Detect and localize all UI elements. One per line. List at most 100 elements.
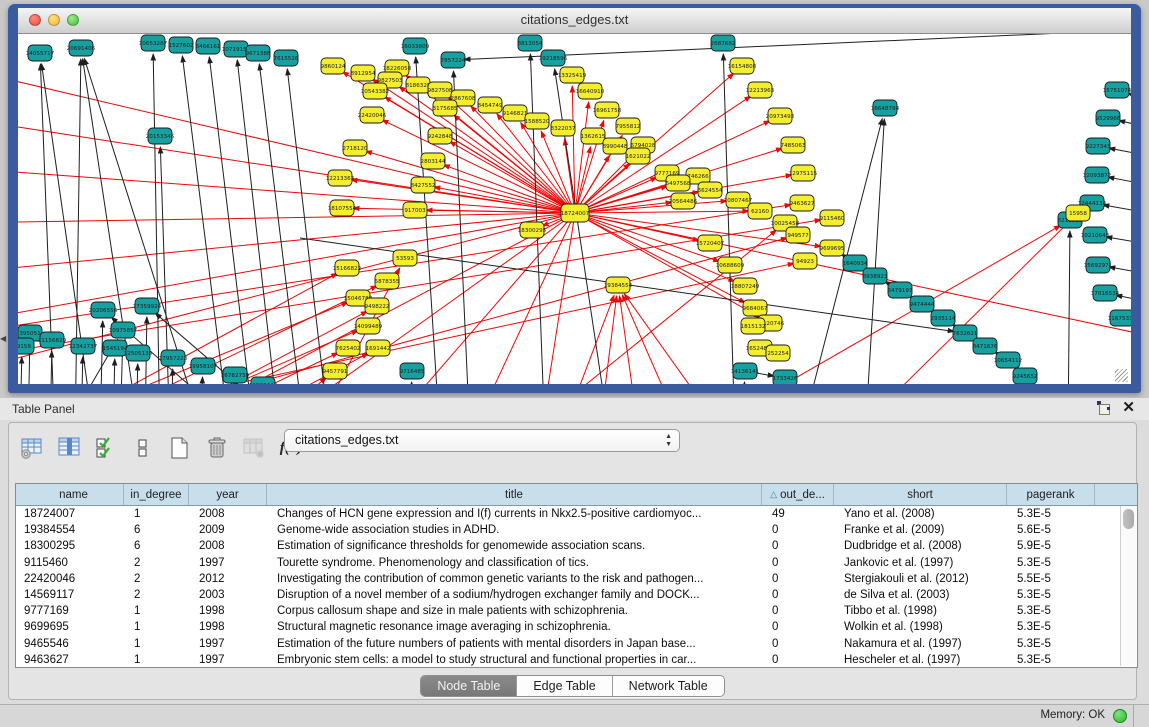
memory-status-icon[interactable] bbox=[1113, 709, 1127, 723]
graph-node[interactable]: 18300295 bbox=[518, 222, 547, 238]
graph-edge[interactable] bbox=[450, 141, 575, 213]
network-canvas[interactable]: 1405571720691406106532871527602646616110… bbox=[18, 34, 1131, 384]
graph-edge[interactable] bbox=[575, 102, 589, 213]
table-row[interactable]: 1938455462009Genome-wide association stu… bbox=[16, 522, 1137, 538]
graph-node[interactable]: 14136141 bbox=[731, 363, 760, 379]
graph-edge[interactable] bbox=[598, 296, 617, 384]
graph-edge[interactable] bbox=[18, 168, 575, 213]
graph-node[interactable]: 18807249 bbox=[731, 278, 760, 294]
clear-selection-icon[interactable] bbox=[130, 435, 156, 461]
graph-node[interactable]: 12923448 bbox=[249, 377, 278, 384]
graph-node[interactable]: 62160 bbox=[748, 203, 772, 219]
graph-node[interactable]: 12093872 bbox=[1083, 167, 1111, 183]
column-header-name[interactable]: name bbox=[16, 484, 124, 505]
graph-node[interactable]: 39159 bbox=[18, 338, 34, 354]
graph-edge[interactable] bbox=[20, 357, 22, 384]
graph-edge[interactable] bbox=[1103, 205, 1131, 215]
table-row[interactable]: 1872400712008Changes of HCN gene express… bbox=[16, 506, 1137, 522]
graph-node[interactable]: 10975857 bbox=[109, 322, 138, 338]
graph-node[interactable]: 20153346 bbox=[146, 128, 175, 144]
table-row[interactable]: 977716911998Corpus callosum shape and si… bbox=[16, 603, 1137, 619]
graph-node[interactable]: 20564486 bbox=[669, 193, 698, 209]
graph-node[interactable]: 94923 bbox=[793, 253, 817, 269]
graph-edge[interactable] bbox=[622, 295, 685, 384]
graph-node[interactable]: 252254 bbox=[766, 345, 790, 361]
table-row[interactable]: 2242004622012Investigating the contribut… bbox=[16, 571, 1137, 587]
graph-node[interactable]: 15751074 bbox=[1103, 82, 1131, 98]
window-titlebar[interactable]: citations_edges.txt bbox=[18, 8, 1131, 34]
graph-node[interactable]: 9684067 bbox=[743, 300, 768, 316]
graph-node[interactable]: 9671388 bbox=[246, 45, 271, 61]
graph-edge[interactable] bbox=[18, 213, 575, 273]
graph-edge[interactable] bbox=[520, 230, 776, 384]
graph-node[interactable]: 9699695 bbox=[820, 240, 845, 256]
float-panel-icon[interactable] bbox=[1097, 401, 1110, 414]
graph-edge[interactable] bbox=[50, 351, 52, 384]
column-header-short[interactable]: short bbox=[834, 484, 1007, 505]
graph-edge[interactable] bbox=[182, 56, 230, 384]
graph-node[interactable]: 17359924 bbox=[133, 298, 162, 314]
column-header-in-degree[interactable]: in_degree bbox=[124, 484, 189, 505]
select-all-rows-icon[interactable] bbox=[93, 435, 119, 461]
graph-node[interactable]: 16961758 bbox=[593, 102, 622, 118]
graph-node[interactable]: 1621022 bbox=[626, 148, 651, 164]
graph-edge[interactable] bbox=[171, 369, 173, 384]
graph-edge[interactable] bbox=[1109, 148, 1131, 158]
graph-node[interactable]: 8454749 bbox=[478, 97, 503, 113]
graph-edge[interactable] bbox=[18, 68, 575, 213]
graph-node[interactable]: 9115460 bbox=[820, 210, 845, 226]
graph-node[interactable]: 14055717 bbox=[26, 45, 55, 61]
graph-node[interactable]: 16033809 bbox=[401, 38, 430, 54]
graph-node[interactable]: 1733426 bbox=[773, 370, 798, 384]
graph-node[interactable]: 16640910 bbox=[576, 83, 605, 99]
graph-node[interactable]: 20691406 bbox=[67, 40, 96, 56]
graph-node[interactable]: 949577 bbox=[786, 227, 810, 243]
graph-edge[interactable] bbox=[443, 165, 575, 213]
graph-node[interactable]: 5878355 bbox=[375, 273, 400, 289]
tab-network-table[interactable]: Network Table bbox=[613, 676, 724, 696]
graph-edge[interactable] bbox=[742, 382, 745, 384]
collapse-panel-arrow-icon[interactable]: ◀ bbox=[0, 334, 6, 343]
graph-node[interactable]: 2718120 bbox=[343, 140, 368, 156]
graph-node[interactable]: 8912954 bbox=[351, 65, 376, 81]
graph-edge[interactable] bbox=[850, 221, 1070, 384]
graph-node[interactable]: 9474444 bbox=[910, 296, 935, 312]
graph-node[interactable]: 17957223 bbox=[159, 350, 188, 366]
graph-node[interactable]: 9463627 bbox=[790, 195, 815, 211]
graph-node[interactable]: 12213963 bbox=[746, 82, 775, 98]
graph-node[interactable]: 19958107 bbox=[189, 358, 218, 374]
graph-node[interactable]: 18724007 bbox=[561, 204, 590, 222]
graph-node[interactable]: 12975115 bbox=[789, 165, 818, 181]
scrollbar-thumb[interactable] bbox=[1123, 509, 1134, 529]
graph-node[interactable]: 7632621 bbox=[953, 325, 978, 341]
graph-node[interactable]: 6466161 bbox=[196, 38, 221, 54]
graph-edge[interactable] bbox=[560, 295, 614, 384]
table-settings-icon[interactable] bbox=[19, 435, 45, 461]
graph-node[interactable]: 15958 bbox=[1066, 205, 1090, 221]
graph-node[interactable]: 2687682 bbox=[711, 35, 736, 51]
graph-node[interactable]: 1815132 bbox=[741, 318, 766, 334]
graph-node[interactable]: 6497568 bbox=[666, 175, 691, 191]
graph-edge[interactable] bbox=[136, 364, 138, 384]
graph-node[interactable]: 20206556 bbox=[89, 302, 118, 318]
graph-node[interactable]: 7955812 bbox=[616, 118, 641, 134]
graph-node[interactable]: 16154808 bbox=[728, 58, 757, 74]
graph-edge[interactable] bbox=[200, 377, 203, 384]
graph-node[interactable]: 53593 bbox=[393, 250, 417, 266]
graph-node[interactable]: 917003 bbox=[403, 202, 427, 218]
graph-node[interactable]: 6479197 bbox=[888, 282, 913, 298]
resize-grip[interactable] bbox=[1115, 369, 1128, 382]
graph-node[interactable]: 20973493 bbox=[766, 108, 795, 124]
graph-edge[interactable] bbox=[624, 294, 720, 384]
column-header-year[interactable]: year bbox=[189, 484, 267, 505]
graph-node[interactable]: 12342737 bbox=[69, 338, 98, 354]
graph-node[interactable]: 9227343 bbox=[1086, 138, 1111, 154]
graph-edge[interactable] bbox=[470, 213, 575, 384]
graph-node[interactable]: 10653287 bbox=[139, 35, 168, 51]
graph-node[interactable]: 7625402 bbox=[336, 340, 361, 356]
graph-edge[interactable] bbox=[540, 213, 575, 384]
tab-edge-table[interactable]: Edge Table bbox=[517, 676, 612, 696]
graph-node[interactable]: 2935114 bbox=[931, 310, 956, 326]
graph-node[interactable]: 9498222 bbox=[365, 298, 390, 314]
graph-edge[interactable] bbox=[620, 296, 640, 384]
